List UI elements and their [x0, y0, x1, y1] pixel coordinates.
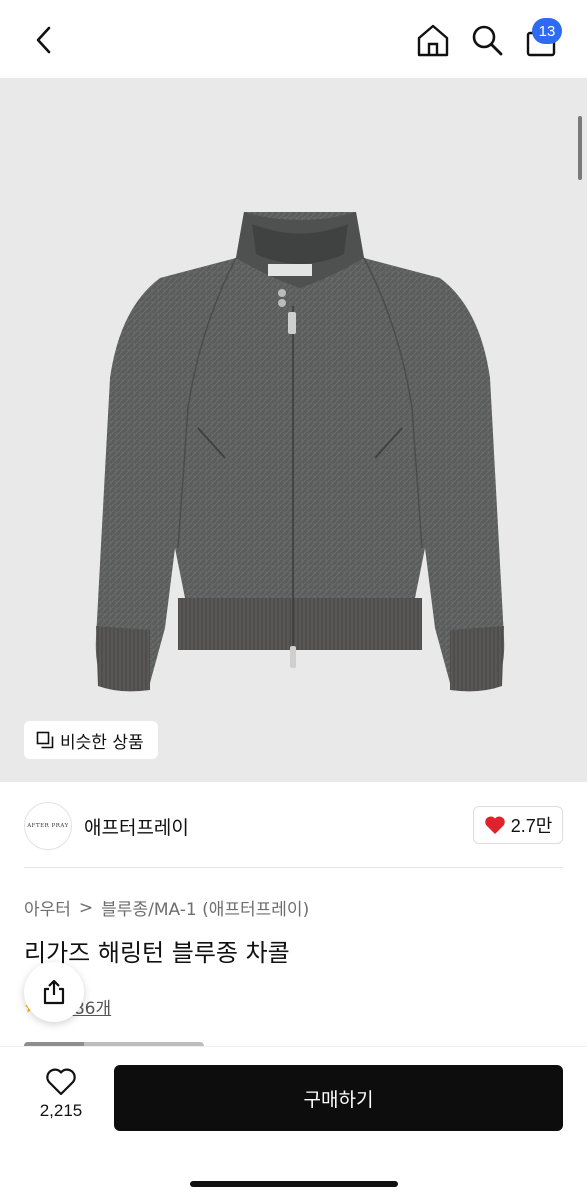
home-indicator	[190, 1181, 398, 1187]
similar-products-label: 비슷한 상품	[60, 732, 144, 753]
similar-products-button[interactable]: 비슷한 상품	[24, 721, 158, 759]
brand-logo-text: AFTER PRAY	[27, 823, 69, 829]
buy-button[interactable]: 구매하기	[114, 1065, 563, 1131]
brand-row[interactable]: AFTER PRAY 애프터프레이 2.7만	[0, 782, 587, 868]
wishlist-count: 2,215	[39, 1101, 83, 1120]
product-image[interactable]: 비슷한 상품	[0, 78, 587, 782]
home-icon	[417, 24, 449, 57]
jacket-image	[95, 212, 505, 692]
home-button[interactable]	[413, 20, 453, 60]
heart-filled-icon	[484, 816, 505, 834]
bottom-action-bar: 2,215 구매하기	[0, 1046, 587, 1200]
search-button[interactable]	[467, 20, 507, 60]
chevron-left-icon	[36, 26, 51, 54]
back-button[interactable]	[26, 20, 62, 60]
breadcrumb: 아우터 > 블루종/MA-1 (애프터프레이)	[24, 895, 309, 921]
share-button[interactable]	[24, 962, 84, 1022]
brand-logo[interactable]: AFTER PRAY	[24, 802, 72, 850]
brand-like-count: 2.7만	[510, 816, 553, 836]
cart-count-badge: 13	[532, 18, 562, 44]
heart-outline-icon	[46, 1068, 76, 1096]
wishlist-button[interactable]: 2,215	[24, 1067, 98, 1129]
copy-icon	[36, 731, 54, 749]
top-navigation-bar: 13	[0, 0, 587, 78]
share-icon	[43, 979, 65, 1005]
breadcrumb-separator: >	[78, 897, 94, 918]
scrollbar[interactable]	[578, 116, 582, 180]
brand-like-button[interactable]: 2.7만	[473, 806, 563, 844]
brand-name[interactable]: 애프터프레이	[84, 813, 189, 840]
breadcrumb-category-main[interactable]: 아우터	[24, 895, 71, 920]
divider	[24, 867, 563, 868]
breadcrumb-category-sub[interactable]: 블루종/MA-1 (애프터프레이)	[101, 895, 309, 920]
search-icon	[472, 25, 503, 56]
